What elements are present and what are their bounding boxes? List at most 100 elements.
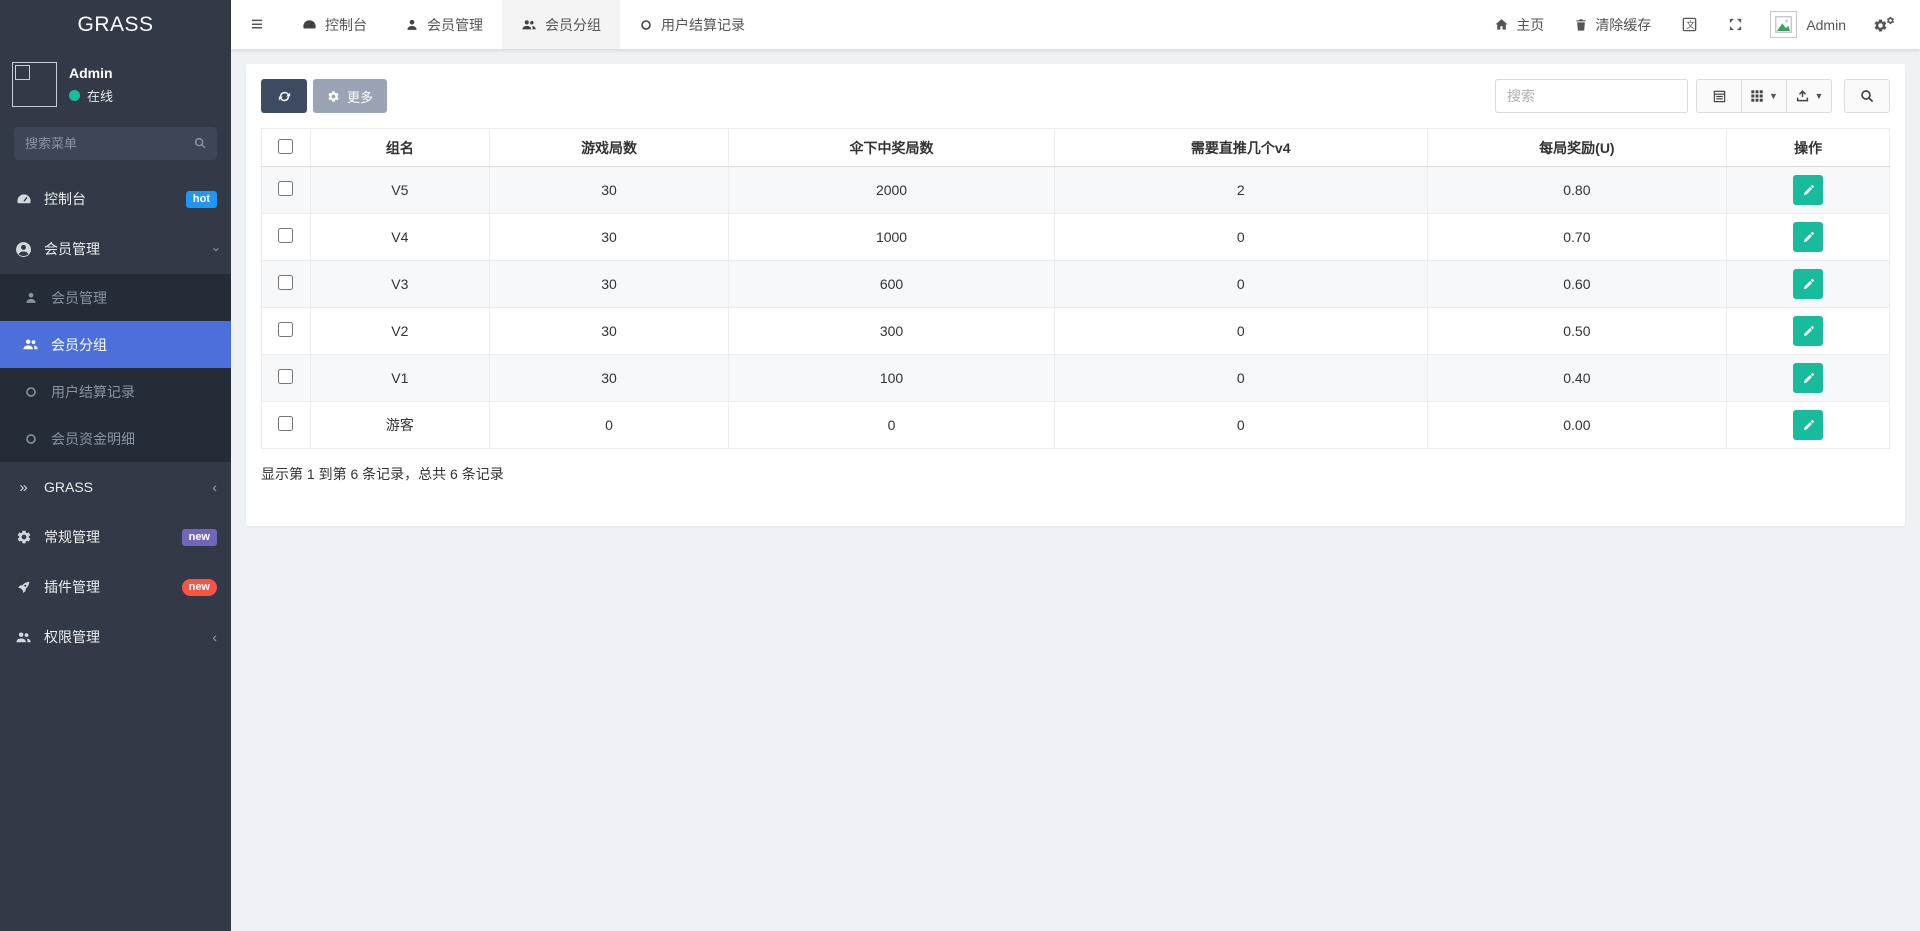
user-menu[interactable]: Admin: [1758, 0, 1858, 49]
tab-settlement-records[interactable]: 用户结算记录: [620, 0, 764, 49]
games-cell: 30: [489, 355, 728, 402]
edit-button[interactable]: [1793, 222, 1823, 252]
edit-button[interactable]: [1793, 269, 1823, 299]
table-search-input[interactable]: [1495, 79, 1688, 113]
sidebar-item-plugin-management[interactable]: 插件管理 new: [0, 562, 231, 612]
tab-member-groups[interactable]: 会员分组: [502, 0, 620, 49]
fullscreen-icon[interactable]: [1713, 0, 1758, 49]
games-cell: 30: [489, 261, 728, 308]
columns-button[interactable]: ▼: [1741, 79, 1787, 113]
main-area: ≡ 控制台 会员管理 会员分组: [231, 0, 1920, 931]
games-cell: 30: [489, 167, 728, 214]
table-row: V5 30 2000 2 0.80: [262, 167, 1890, 214]
row-checkbox[interactable]: [278, 228, 293, 243]
toolbar-right: ▼ ▼: [1495, 79, 1890, 113]
circle-o-icon: [21, 385, 40, 399]
games-cell: 30: [489, 214, 728, 261]
table-panel: 更多 ▼ ▼: [246, 64, 1905, 526]
content-area: 更多 ▼ ▼: [231, 49, 1920, 931]
column-header: 需要直推几个v4: [1054, 129, 1427, 167]
avatar: [12, 62, 57, 107]
row-checkbox[interactable]: [278, 416, 293, 431]
trash-icon: [1574, 18, 1588, 32]
row-checkbox[interactable]: [278, 275, 293, 290]
sidebar-submenu: 会员管理 会员分组 用户结算记录 会员资金明细: [0, 274, 231, 462]
angle-double-right-icon: »: [14, 479, 33, 496]
edit-button[interactable]: [1793, 175, 1823, 205]
reward-cell: 0.60: [1427, 261, 1727, 308]
sidebar-item-grass[interactable]: » GRASS ‹: [0, 462, 231, 512]
select-all-checkbox[interactable]: [278, 139, 293, 154]
user-name: Admin: [69, 65, 113, 81]
select-all-cell: [262, 129, 311, 167]
edit-button[interactable]: [1793, 410, 1823, 440]
tab-label: 用户结算记录: [661, 15, 745, 35]
wins-cell: 300: [729, 308, 1055, 355]
tab-label: 控制台: [325, 15, 367, 35]
caret-down-icon: ▼: [1769, 91, 1778, 101]
tab-member-management[interactable]: 会员管理: [386, 0, 502, 49]
refresh-button[interactable]: [261, 79, 307, 113]
tab-dashboard[interactable]: 控制台: [283, 0, 386, 49]
column-header: 操作: [1727, 129, 1890, 167]
home-link[interactable]: 主页: [1479, 0, 1559, 49]
row-checkbox[interactable]: [278, 181, 293, 196]
view-button-group: ▼ ▼: [1696, 79, 1832, 113]
clear-cache-link[interactable]: 清除缓存: [1559, 0, 1666, 49]
sidebar-item-member-groups[interactable]: 会员分组: [0, 321, 231, 368]
v4-cell: 0: [1054, 355, 1427, 402]
brand-logo[interactable]: GRASS: [0, 0, 231, 49]
users-icon: [521, 18, 537, 32]
table-row: V4 30 1000 0 0.70: [262, 214, 1890, 261]
user-panel: Admin 在线: [0, 49, 231, 117]
sidebar-item-settlement-records[interactable]: 用户结算记录: [0, 368, 231, 415]
table-header-row: 组名 游戏局数 伞下中奖局数 需要直推几个v4 每局奖励(U) 操作: [262, 129, 1890, 167]
v4-cell: 0: [1054, 402, 1427, 449]
menu-search-input[interactable]: [14, 127, 217, 160]
chevron-down-icon: ‹: [207, 247, 222, 251]
wins-cell: 600: [729, 261, 1055, 308]
sidebar-item-member-management[interactable]: 会员管理 ‹: [0, 224, 231, 274]
gears-icon: [14, 529, 33, 545]
sidebar-item-member-funds[interactable]: 会员资金明细: [0, 415, 231, 462]
grid-icon: [1750, 89, 1764, 103]
menu-search: [14, 127, 217, 160]
hamburger-menu-icon[interactable]: ≡: [231, 0, 283, 49]
hot-badge: hot: [186, 191, 217, 208]
avatar: [1770, 11, 1797, 38]
row-checkbox[interactable]: [278, 369, 293, 384]
search-button[interactable]: [1844, 79, 1890, 113]
edit-button[interactable]: [1793, 363, 1823, 393]
sidebar-item-dashboard[interactable]: 控制台 hot: [0, 174, 231, 224]
export-button[interactable]: ▼: [1786, 79, 1832, 113]
new-badge: new: [182, 579, 217, 596]
dashboard-icon: [302, 17, 317, 32]
sidebar-item-label: 控制台: [44, 189, 175, 209]
caret-down-icon: ▼: [1815, 91, 1824, 101]
v4-cell: 0: [1054, 214, 1427, 261]
more-button-label: 更多: [347, 87, 373, 106]
more-button[interactable]: 更多: [313, 79, 387, 113]
sidebar-item-member-list[interactable]: 会员管理: [0, 274, 231, 321]
pencil-icon: [1802, 372, 1815, 385]
username: Admin: [1806, 17, 1846, 33]
settings-gears-icon[interactable]: [1858, 0, 1910, 49]
row-checkbox[interactable]: [278, 322, 293, 337]
language-icon[interactable]: 文: [1666, 0, 1713, 49]
top-navbar: ≡ 控制台 会员管理 会员分组: [231, 0, 1920, 49]
v4-cell: 0: [1054, 261, 1427, 308]
toggle-view-button[interactable]: [1696, 79, 1742, 113]
sidebar-item-general-management[interactable]: 常规管理 new: [0, 512, 231, 562]
column-header: 伞下中奖局数: [729, 129, 1055, 167]
sidebar-item-permission-management[interactable]: 权限管理 ‹: [0, 612, 231, 662]
users-icon: [21, 337, 40, 352]
export-icon: [1795, 89, 1810, 104]
group-name-cell: V5: [310, 167, 489, 214]
column-header: 每局奖励(U): [1427, 129, 1727, 167]
circle-o-icon: [639, 18, 653, 32]
wins-cell: 1000: [729, 214, 1055, 261]
edit-button[interactable]: [1793, 316, 1823, 346]
pencil-icon: [1802, 231, 1815, 244]
reward-cell: 0.80: [1427, 167, 1727, 214]
table-row: V3 30 600 0 0.60: [262, 261, 1890, 308]
